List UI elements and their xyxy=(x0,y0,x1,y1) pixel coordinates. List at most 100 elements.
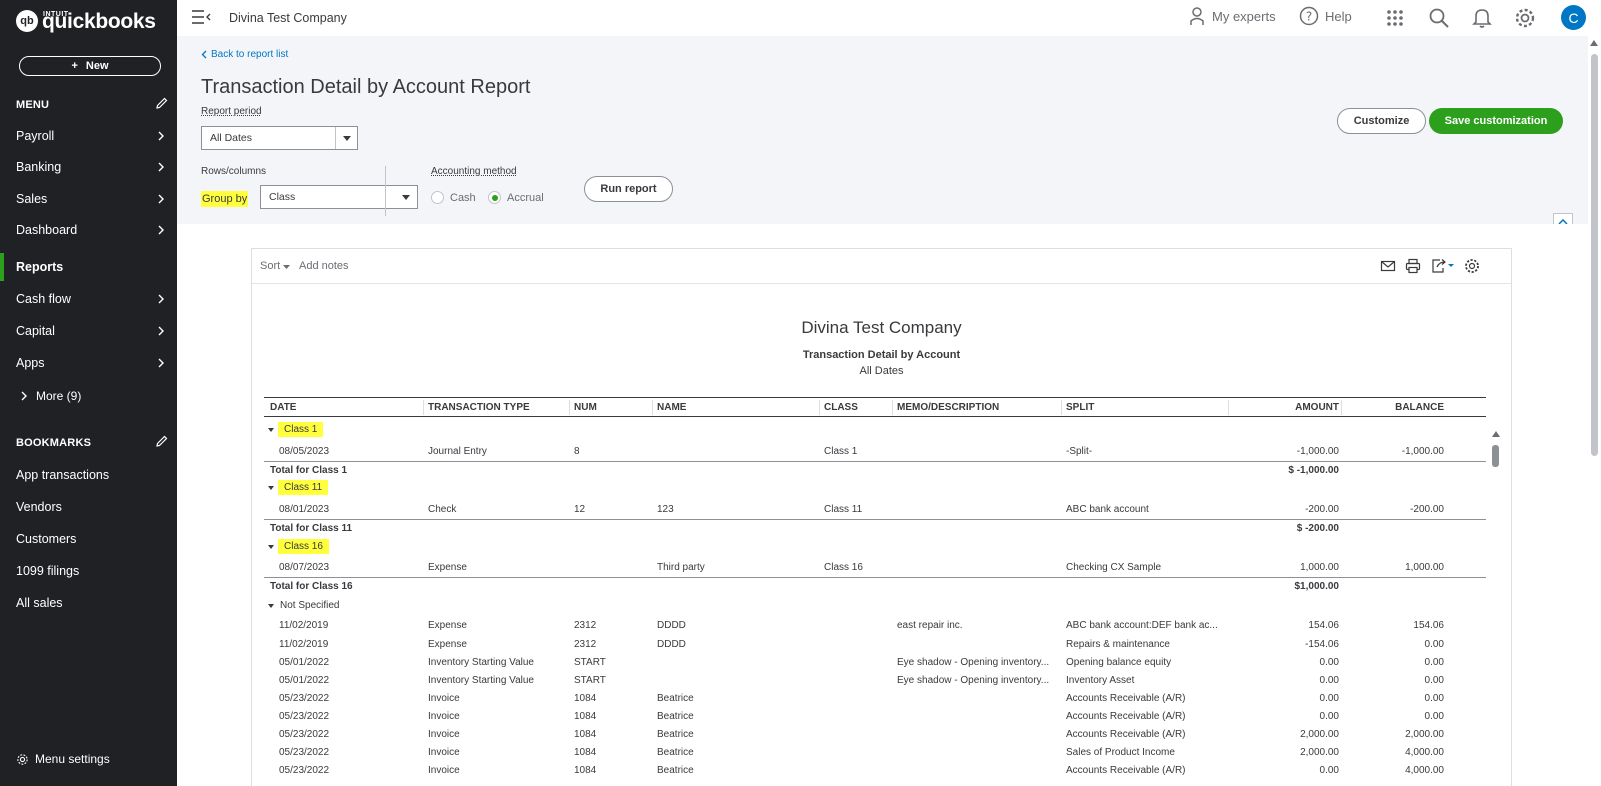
quickbooks-logo[interactable]: qb INTUIT quickbooks xyxy=(16,8,156,33)
scroll-up-arrow[interactable] xyxy=(1492,431,1500,437)
scroll-thumb[interactable] xyxy=(1492,445,1499,467)
bell-icon[interactable] xyxy=(1472,7,1492,29)
column-divider[interactable] xyxy=(819,400,820,415)
company-name: Divina Test Company xyxy=(229,11,347,25)
back-to-report-list-link[interactable]: Back to report list xyxy=(201,49,288,60)
col-balance[interactable]: BALANCE xyxy=(1364,402,1444,413)
column-divider[interactable] xyxy=(569,400,570,415)
export-icon[interactable] xyxy=(1431,258,1455,274)
group-by-select[interactable]: Class xyxy=(260,185,418,209)
table-cell: 2312 xyxy=(574,620,597,631)
table-cell: 11/02/2019 xyxy=(279,620,329,631)
table-cell: START xyxy=(574,675,606,686)
column-divider[interactable] xyxy=(652,400,653,415)
table-row[interactable]: 08/01/2023 Check 12 123 Class 11 ABC bank acc… xyxy=(264,501,1486,519)
column-divider[interactable] xyxy=(1228,400,1229,415)
table-cell: 123 xyxy=(657,504,674,515)
sidebar-item-cash-flow[interactable]: Cash flow xyxy=(0,285,177,313)
group-toggle-class-16[interactable]: Class 16 xyxy=(268,539,329,554)
svg-text:?: ? xyxy=(1306,10,1312,24)
page-scrollbar[interactable] xyxy=(1588,36,1601,786)
sidebar-item-sales[interactable]: Sales xyxy=(0,185,177,213)
table-row[interactable]: 11/02/2019 Expense 2312 DDDD east repair inc… xyxy=(264,617,1486,635)
col-transaction-type[interactable]: TRANSACTION TYPE xyxy=(428,402,530,413)
table-row[interactable]: 05/23/2022 Invoice 1084 Beatrice Sales of Pr… xyxy=(264,744,1486,762)
table-row[interactable]: 08/05/2023 Journal Entry 8 Class 1 -Split- -1… xyxy=(264,443,1486,461)
sidebar-item-payroll[interactable]: Payroll xyxy=(0,122,177,150)
bookmark-1099-filings[interactable]: 1099 filings xyxy=(0,557,177,585)
run-report-button[interactable]: Run report xyxy=(584,176,673,202)
sidebar-more[interactable]: More (9) xyxy=(20,389,81,403)
group-toggle-not-specified[interactable]: Not Specified xyxy=(268,598,341,613)
table-cell: Inventory Asset xyxy=(1066,675,1135,686)
accrual-radio[interactable]: Accrual xyxy=(488,191,544,204)
collapse-menu-icon[interactable] xyxy=(191,9,211,25)
sidebar-item-apps[interactable]: Apps xyxy=(0,349,177,377)
search-icon[interactable] xyxy=(1428,7,1450,29)
scroll-thumb[interactable] xyxy=(1591,54,1598,456)
table-cell: ABC bank account xyxy=(1066,504,1149,515)
save-customization-button[interactable]: Save customization xyxy=(1429,108,1563,134)
scroll-up-arrow[interactable] xyxy=(1590,40,1598,46)
gear-icon[interactable] xyxy=(1514,7,1536,29)
customize-button[interactable]: Customize xyxy=(1337,108,1426,134)
table-cell: Inventory Starting Value xyxy=(428,657,534,668)
table-row[interactable]: 05/23/2022 Invoice 1084 Beatrice Accounts Re… xyxy=(264,690,1486,708)
table-cell: 0.00 xyxy=(1424,639,1444,650)
col-date[interactable]: DATE xyxy=(270,402,296,413)
sidebar-item-dashboard[interactable]: Dashboard xyxy=(0,216,177,244)
col-split[interactable]: SPLIT xyxy=(1066,402,1094,413)
col-class[interactable]: CLASS xyxy=(824,402,858,413)
menu-settings[interactable]: Menu settings xyxy=(16,752,110,766)
sidebar-item-capital[interactable]: Capital xyxy=(0,317,177,345)
column-divider[interactable] xyxy=(892,400,893,415)
table-row[interactable]: 05/01/2022 Inventory Starting Value START E… xyxy=(264,654,1486,672)
gear-icon[interactable] xyxy=(1464,258,1480,274)
my-experts-button[interactable]: My experts xyxy=(1188,6,1276,26)
bookmark-vendors[interactable]: Vendors xyxy=(0,493,177,521)
user-avatar[interactable]: C xyxy=(1561,5,1586,30)
group-toggle-class-11[interactable]: Class 11 xyxy=(268,480,329,495)
column-divider[interactable] xyxy=(423,400,424,415)
sidebar-item-banking[interactable]: Banking xyxy=(0,153,177,181)
new-button[interactable]: + New xyxy=(19,56,161,76)
edit-bookmarks-pencil-icon[interactable] xyxy=(156,435,168,447)
table-cell: Total for Class 16 xyxy=(270,581,353,592)
report-period-select[interactable]: All Dates xyxy=(201,126,358,150)
column-divider[interactable] xyxy=(1341,400,1342,415)
chevron-right-icon xyxy=(21,391,27,401)
cash-radio[interactable]: Cash xyxy=(431,191,476,204)
sort-dropdown[interactable]: Sort xyxy=(260,260,291,272)
bookmark-app-transactions[interactable]: App transactions xyxy=(0,461,177,489)
table-cell: Sales of Product Income xyxy=(1066,747,1175,758)
email-icon[interactable] xyxy=(1380,258,1396,274)
group-toggle-class-1[interactable]: Class 1 xyxy=(268,422,324,437)
table-cell: 0.00 xyxy=(1319,657,1339,668)
table-cell: 1084 xyxy=(574,747,597,758)
table-cell: Accounts Receivable (A/R) xyxy=(1066,693,1186,704)
col-name[interactable]: NAME xyxy=(657,402,686,413)
table-row[interactable]: 05/23/2022 Invoice 1084 Beatrice Accounts Re… xyxy=(264,726,1486,744)
col-memo[interactable]: MEMO/DESCRIPTION xyxy=(897,402,999,413)
table-row[interactable]: 05/23/2022 Invoice 1084 Beatrice Accounts Re… xyxy=(264,762,1486,780)
col-amount[interactable]: AMOUNT xyxy=(1264,402,1339,413)
bookmark-all-sales[interactable]: All sales xyxy=(0,589,177,617)
table-scrollbar[interactable] xyxy=(1491,431,1501,471)
table-row[interactable]: 05/01/2022 Inventory Starting Value START E… xyxy=(264,672,1486,690)
help-button[interactable]: ? Help xyxy=(1299,6,1352,26)
table-row[interactable]: 05/23/2022 Invoice 1084 Beatrice Accounts Re… xyxy=(264,708,1486,726)
table-cell: 0.00 xyxy=(1424,711,1444,722)
col-num[interactable]: NUM xyxy=(574,402,597,413)
bookmark-customers[interactable]: Customers xyxy=(0,525,177,553)
table-row[interactable]: 08/07/2023 Expense Third party Class 16 Chec… xyxy=(264,559,1486,577)
table-row[interactable]: 11/02/2019 Expense 2312 DDDD Repairs & maint… xyxy=(264,636,1486,654)
column-divider[interactable] xyxy=(1061,400,1062,415)
apps-grid-icon[interactable] xyxy=(1386,9,1404,27)
add-notes-link[interactable]: Add notes xyxy=(299,260,349,272)
table-cell: 0.00 xyxy=(1424,657,1444,668)
divider xyxy=(385,166,386,216)
chevron-right-icon xyxy=(158,225,164,235)
edit-menu-pencil-icon[interactable] xyxy=(156,97,168,109)
print-icon[interactable] xyxy=(1405,258,1421,274)
sidebar-item-reports[interactable]: Reports xyxy=(0,253,177,281)
